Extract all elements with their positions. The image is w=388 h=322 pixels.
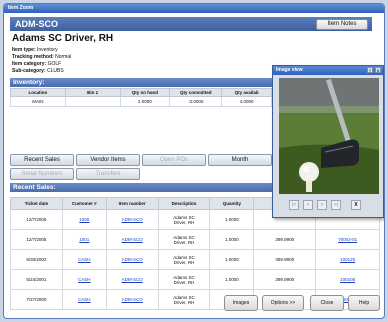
image-view-titlebar: Image view ? X: [273, 66, 383, 75]
sale-item-link[interactable]: ADM-SCO: [105, 249, 159, 270]
sales-col-description: Description: [157, 197, 211, 210]
inventory-buttons-row-1: Recent Sales Vendor Items Open POs Month: [10, 154, 272, 166]
sale-description: Adams SC Driver, RH: [157, 209, 211, 230]
footer-bar: Images Options >> Close Help: [4, 291, 384, 315]
transfers-button[interactable]: Transfers: [76, 168, 140, 180]
sale-customer-link[interactable]: 1000: [61, 209, 107, 230]
sale-item-link[interactable]: ADM-SCO: [105, 269, 159, 290]
sale-customer-link[interactable]: CASH: [61, 249, 107, 270]
item-code: ADM-SCO: [15, 19, 58, 29]
inv-bin: [64, 96, 121, 107]
inventory-header-row: Location Bin 1 Qty on hand Qty committed…: [10, 88, 272, 97]
image-view-title: Image view: [276, 67, 303, 73]
month-button[interactable]: Month: [208, 154, 272, 166]
sale-item-link[interactable]: ADM-SCO: [105, 229, 159, 250]
golf-club-photo: [279, 78, 379, 194]
product-name: Adams SC Driver, RH: [12, 33, 114, 44]
open-pos-button[interactable]: Open POs: [142, 154, 206, 166]
sale-date: 9/30/2002: [10, 249, 63, 270]
sale-ticket-link[interactable]: 70003-01: [315, 229, 380, 250]
sale-price: 399.9900: [253, 249, 317, 270]
sale-description: Adams SC Driver, RH: [157, 269, 211, 290]
sale-date: 12/7/2005: [10, 229, 63, 250]
inventory-table: Location Bin 1 Qty on hand Qty committed…: [10, 88, 272, 107]
inv-col-qty-on-hand: Qty on hand: [119, 88, 171, 97]
sale-date: 5/24/2001: [10, 269, 63, 290]
help-button[interactable]: Help: [348, 295, 380, 311]
info-tracking-method: Tracking method: Normal: [12, 54, 72, 60]
delete-image-icon[interactable]: X: [351, 200, 361, 210]
options-button[interactable]: Options >>: [262, 295, 304, 311]
item-header-bar: ADM-SCO Item Notes: [10, 17, 372, 31]
recent-sales-button[interactable]: Recent Sales: [10, 154, 74, 166]
inv-col-qty-available: Qty availab: [221, 88, 272, 97]
sale-customer-link[interactable]: 1001: [61, 229, 107, 250]
sale-ticket-link[interactable]: 100105: [315, 269, 380, 290]
sale-price: 399.9900: [253, 229, 317, 250]
images-button[interactable]: Images: [224, 295, 258, 311]
info-item-type: Item type: Inventory: [12, 47, 58, 53]
sales-row[interactable]: 12/7/2005 1001 ADM-SCO Adams SC Driver, R…: [10, 229, 380, 250]
sale-ticket-link[interactable]: 100125: [315, 249, 380, 270]
help-icon[interactable]: ?: [367, 67, 373, 73]
sales-col-quantity: Quantity: [209, 197, 255, 210]
window-title: Item Zoom: [4, 4, 384, 13]
inv-col-location: Location: [10, 88, 66, 97]
info-sub-category: Sub-category: CLUBS: [12, 68, 64, 74]
item-zoom-window: Item Zoom ADM-SCO Item Notes Adams SC Dr…: [3, 3, 385, 319]
inv-location: MAIN: [10, 96, 66, 107]
content-area: ADM-SCO Item Notes Adams SC Driver, RH I…: [10, 17, 384, 310]
item-notes-button[interactable]: Item Notes: [316, 19, 368, 30]
inv-qty-available: 4.0000: [221, 96, 272, 107]
golf-photo-graphic: [279, 78, 379, 194]
inventory-buttons-row-2: Serial Numbers Transfers: [10, 168, 272, 180]
inv-col-qty-committed: Qty committed: [169, 88, 223, 97]
sales-row[interactable]: 9/30/2002 CASH ADM-SCO Adams SC Driver, R…: [10, 249, 380, 270]
sale-description: Adams SC Driver, RH: [157, 249, 211, 270]
close-button[interactable]: Close: [310, 295, 344, 311]
image-view-window: Image view ? X |< < > >| X: [272, 65, 384, 218]
prev-image-icon[interactable]: <: [303, 200, 313, 210]
sales-col-item-number: Item number: [105, 197, 159, 210]
sale-quantity: 1.0000: [209, 269, 255, 290]
inv-qty-on-hand: 2.0000: [119, 96, 171, 107]
inventory-row[interactable]: MAIN 2.0000 -2.0000 4.0000: [10, 96, 272, 107]
sale-quantity: 1.0000: [209, 229, 255, 250]
inventory-section-title: Inventory:: [10, 78, 272, 87]
serial-numbers-button[interactable]: Serial Numbers: [10, 168, 74, 180]
info-item-category: Item category: GOLF: [12, 61, 62, 67]
sale-price: 399.9900: [253, 269, 317, 290]
last-image-icon[interactable]: >|: [331, 200, 341, 210]
inv-col-bin: Bin 1: [64, 88, 121, 97]
sales-row[interactable]: 5/24/2001 CASH ADM-SCO Adams SC Driver, R…: [10, 269, 380, 290]
sales-col-customer: Customer #: [61, 197, 107, 210]
sale-item-link[interactable]: ADM-SCO: [105, 209, 159, 230]
vendor-items-button[interactable]: Vendor Items: [76, 154, 140, 166]
sale-quantity: 1.0000: [209, 249, 255, 270]
sale-date: 12/7/2005: [10, 209, 63, 230]
inv-qty-committed: -2.0000: [169, 96, 223, 107]
close-icon[interactable]: X: [375, 67, 381, 73]
sales-col-ticket-date: Ticket date: [10, 197, 63, 210]
first-image-icon[interactable]: |<: [289, 200, 299, 210]
next-image-icon[interactable]: >: [317, 200, 327, 210]
sale-description: Adams SC Driver, RH: [157, 229, 211, 250]
sale-quantity: 1.0000: [209, 209, 255, 230]
sale-customer-link[interactable]: CASH: [61, 269, 107, 290]
image-navigation: |< < > >| X: [289, 200, 379, 212]
